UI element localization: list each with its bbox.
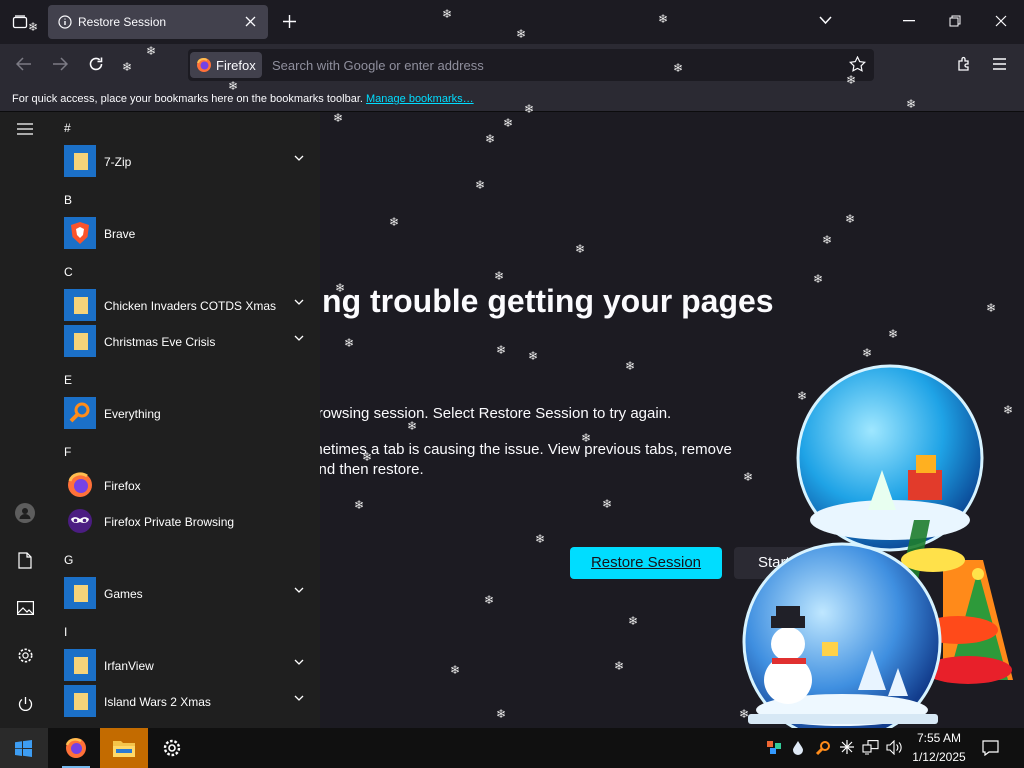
firefox-logo-icon — [196, 57, 212, 73]
list-all-tabs-icon[interactable] — [819, 16, 832, 25]
group-header[interactable]: # — [64, 121, 71, 135]
firefox-icon — [64, 469, 96, 501]
folder-icon — [64, 649, 96, 681]
bookmarks-hint: For quick access, place your bookmarks h… — [12, 93, 363, 105]
minimize-icon[interactable] — [903, 20, 915, 22]
app-menu-icon[interactable] — [993, 58, 1006, 70]
user-avatar-icon[interactable] — [15, 503, 35, 523]
app-item-firefox[interactable]: Firefox — [62, 468, 308, 502]
tray-snowflake-icon[interactable] — [840, 740, 854, 754]
bookmarks-toolbar: For quick access, place your bookmarks h… — [0, 86, 1024, 112]
folder-icon — [64, 145, 96, 177]
tray-app-icon[interactable] — [766, 739, 782, 755]
start-menu-rail — [0, 112, 50, 728]
brave-icon — [64, 217, 96, 249]
tab-restore-session[interactable]: Restore Session — [48, 5, 268, 39]
notification-center-icon[interactable] — [982, 740, 999, 756]
close-window-icon[interactable] — [995, 15, 1007, 27]
app-item-games[interactable]: Games — [62, 576, 308, 610]
clock-time[interactable]: 7:55 AM — [912, 731, 966, 745]
tab-bar: Restore Session — [0, 0, 1024, 44]
bookmark-star-icon[interactable] — [849, 56, 866, 72]
start-menu-app-list: # 7-Zip B Brave C Chicken Invaders COTDS… — [50, 112, 320, 728]
firefox-icon — [64, 736, 88, 760]
identity-box[interactable]: Firefox — [190, 52, 262, 78]
chevron-down-icon — [294, 695, 304, 702]
tray-everything-icon[interactable] — [815, 740, 831, 756]
power-icon[interactable] — [17, 696, 34, 713]
settings-gear-icon — [162, 738, 182, 758]
app-item-island-wars[interactable]: Island Wars 2 Xmas — [62, 684, 308, 718]
restore-session-button[interactable]: Restore Session — [570, 547, 722, 579]
manage-bookmarks-link[interactable]: Manage bookmarks… — [366, 93, 474, 105]
folder-icon — [64, 577, 96, 609]
tray-drop-icon[interactable] — [792, 740, 804, 755]
folder-icon — [64, 685, 96, 717]
app-item-chicken-invaders[interactable]: Chicken Invaders COTDS Xmas — [62, 288, 308, 322]
group-header[interactable]: F — [64, 445, 71, 459]
chevron-down-icon — [294, 155, 304, 162]
group-header[interactable]: G — [64, 553, 73, 567]
chevron-down-icon — [294, 587, 304, 594]
folder-icon — [64, 325, 96, 357]
page-title: having trouble getting your pages — [258, 283, 774, 319]
extensions-icon[interactable] — [956, 56, 972, 72]
group-header[interactable]: B — [64, 193, 72, 207]
volume-icon[interactable] — [886, 740, 903, 755]
chevron-down-icon — [294, 299, 304, 306]
new-tab-icon[interactable] — [282, 14, 297, 29]
taskbar-firefox[interactable] — [56, 728, 96, 768]
group-header[interactable]: E — [64, 373, 72, 387]
taskbar — [0, 728, 1024, 768]
reload-icon[interactable] — [88, 56, 104, 72]
start-button[interactable] — [0, 728, 48, 768]
identity-label: Firefox — [216, 58, 256, 73]
windows-logo-icon — [15, 740, 32, 757]
back-icon[interactable] — [16, 57, 32, 71]
clock-date[interactable]: 1/12/2025 — [906, 750, 972, 764]
app-item-christmas-eve-crisis[interactable]: Christmas Eve Crisis — [62, 324, 308, 358]
app-item-firefox-private[interactable]: Firefox Private Browsing — [62, 504, 308, 538]
group-header[interactable]: I — [64, 625, 67, 639]
app-item-7-zip[interactable]: 7-Zip — [62, 144, 308, 178]
snow-globe-decoration — [738, 360, 1022, 728]
info-icon — [58, 15, 72, 29]
taskbar-settings[interactable] — [152, 728, 192, 768]
pictures-icon[interactable] — [17, 601, 34, 615]
forward-icon[interactable] — [52, 57, 68, 71]
app-item-brave[interactable]: Brave — [62, 216, 308, 250]
restore-window-icon[interactable] — [949, 15, 961, 27]
settings-gear-icon[interactable] — [17, 647, 34, 664]
url-input[interactable] — [272, 56, 832, 74]
file-explorer-icon — [112, 737, 136, 759]
network-icon[interactable] — [862, 740, 879, 755]
chevron-down-icon — [294, 335, 304, 342]
taskbar-file-explorer[interactable] — [100, 728, 148, 768]
documents-icon[interactable] — [18, 552, 32, 569]
tab-title: Restore Session — [78, 15, 167, 29]
everything-search-icon — [64, 397, 96, 429]
close-tab-icon[interactable] — [245, 16, 256, 27]
group-header[interactable]: C — [64, 265, 73, 279]
app-item-everything[interactable]: Everything — [62, 396, 308, 430]
start-expand-icon[interactable] — [17, 123, 33, 135]
firefox-private-icon — [64, 505, 96, 537]
chevron-down-icon — [294, 659, 304, 666]
folder-icon — [64, 289, 96, 321]
firefox-view-icon[interactable] — [12, 14, 28, 30]
app-item-irfanview[interactable]: IrfanView — [62, 648, 308, 682]
